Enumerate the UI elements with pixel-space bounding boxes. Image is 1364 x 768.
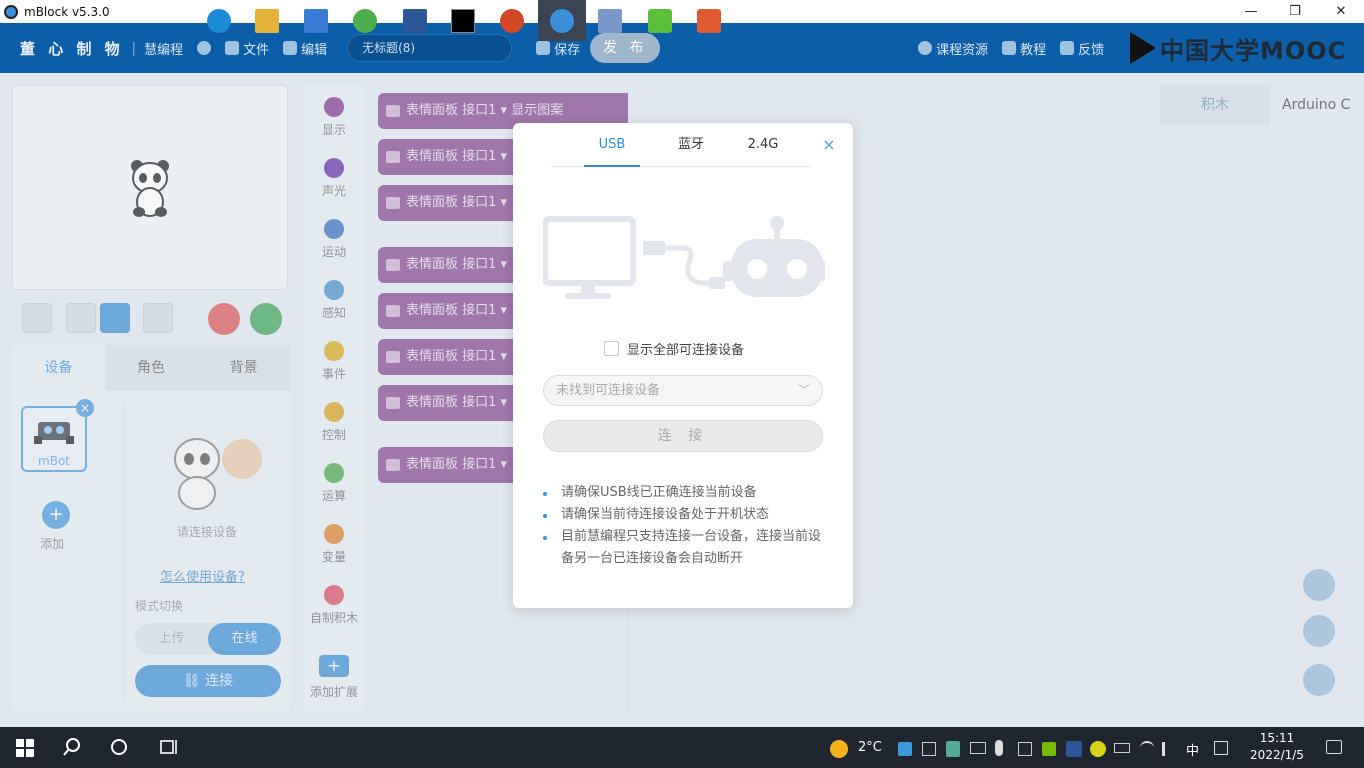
book-icon xyxy=(1002,41,1017,55)
microphone-icon[interactable] xyxy=(995,740,1003,756)
connect-device-dialog: USB 蓝牙 2.4G × 显示全部可连接设备 未找到可连接设备 ﹀ 连 接 请… xyxy=(513,123,853,608)
bullet-icon xyxy=(543,492,547,496)
screenshot-icon[interactable] xyxy=(1018,742,1032,756)
file-menu[interactable]: 文件 xyxy=(225,39,269,58)
tray-app-icon[interactable] xyxy=(898,742,912,756)
tab-usb[interactable]: USB xyxy=(584,123,640,167)
dialog-connect-button[interactable]: 连 接 xyxy=(543,420,823,452)
chat-icon xyxy=(1060,41,1075,55)
weather-sun-icon xyxy=(830,740,848,758)
camtasia-green-icon[interactable] xyxy=(648,9,672,33)
volume-icon[interactable] xyxy=(1162,742,1176,756)
tip-item: 目前慧编程只支持连接一台设备，连接当前设备另一台已连接设备会自动断开 xyxy=(543,526,833,570)
search-icon[interactable] xyxy=(62,737,82,757)
cortana-icon[interactable] xyxy=(110,738,128,756)
computer-icon xyxy=(543,216,636,299)
brand-separator: | xyxy=(131,40,137,56)
feedback-label: 反馈 xyxy=(1078,42,1105,58)
word-icon[interactable] xyxy=(403,9,427,33)
security-shield-icon[interactable] xyxy=(946,741,960,757)
powerpoint-icon[interactable] xyxy=(500,9,524,33)
course-resources-button[interactable]: 课程资源 xyxy=(918,39,988,58)
close-window-button[interactable]: ✕ xyxy=(1318,0,1364,23)
task-view-icon[interactable] xyxy=(158,738,178,756)
tip-item: 请确保USB线已正确连接当前设备 xyxy=(543,482,833,504)
microsoft-store-icon[interactable] xyxy=(304,9,328,33)
tip-text: 请确保USB线已正确连接当前设备 xyxy=(561,485,757,500)
tray-chat-icon[interactable] xyxy=(922,742,936,756)
watermark-text: 中国大学MOOC xyxy=(1160,36,1347,65)
tutorial-button[interactable]: 教程 xyxy=(1002,39,1046,58)
wifi-icon[interactable] xyxy=(1140,741,1154,755)
close-dialog-button[interactable]: × xyxy=(819,135,839,155)
show-all-devices-checkbox[interactable] xyxy=(604,341,619,356)
window-title: mBlock v5.3.0 xyxy=(24,4,110,19)
mooc-watermark: 中国大学MOOC xyxy=(1130,30,1360,66)
edit-menu-label: 编辑 xyxy=(301,42,328,58)
tip-text: 目前慧编程只支持连接一台设备，连接当前设备另一台已连接设备会自动断开 xyxy=(561,529,822,566)
language-button[interactable] xyxy=(197,41,212,55)
tutorial-label: 教程 xyxy=(1020,42,1047,58)
project-title-input[interactable]: 无标题(8) xyxy=(347,34,513,62)
play-icon xyxy=(1130,32,1156,64)
system-clock[interactable]: 15:11 2022/1/5 xyxy=(1246,730,1308,764)
publish-button[interactable]: 发 布 xyxy=(590,33,661,63)
bullet-icon xyxy=(543,536,547,540)
tray-plus-icon[interactable] xyxy=(1090,741,1106,757)
device-select[interactable]: 未找到可连接设备 ﹀ xyxy=(543,375,823,406)
notification-center-icon[interactable] xyxy=(1326,740,1342,754)
robot-icon xyxy=(723,216,825,297)
clock-date: 2022/1/5 xyxy=(1250,748,1304,762)
show-all-devices-row[interactable]: 显示全部可连接设备 xyxy=(604,339,744,358)
product-name: 慧编程 xyxy=(144,42,184,58)
tab-2-4g[interactable]: 2.4G xyxy=(733,123,793,167)
nvidia-icon[interactable] xyxy=(1042,742,1056,756)
globe-icon xyxy=(197,41,212,55)
save-icon xyxy=(536,41,551,55)
word-tray-icon[interactable] xyxy=(1066,741,1082,757)
chevron-down-icon: ﹀ xyxy=(797,383,810,397)
connection-tips: 请确保USB线已正确连接当前设备 请确保当前待连接设备处于开机状态 目前慧编程只… xyxy=(543,482,833,570)
edge-browser-icon[interactable] xyxy=(207,9,231,33)
device-select-placeholder: 未找到可连接设备 xyxy=(556,383,661,398)
mblock-logo-icon xyxy=(4,4,18,19)
keyboard-layout-icon[interactable] xyxy=(1214,741,1228,755)
browser-icon[interactable] xyxy=(353,9,377,33)
printer-app-icon[interactable] xyxy=(598,9,622,33)
battery-icon[interactable] xyxy=(1114,743,1130,753)
file-menu-label: 文件 xyxy=(243,42,270,58)
tip-text: 请确保当前待连接设备处于开机状态 xyxy=(561,507,770,522)
folder-icon xyxy=(225,41,240,55)
clock-time: 15:11 xyxy=(1259,731,1295,745)
mblock-taskbar-icon[interactable] xyxy=(550,9,574,33)
restore-button[interactable]: ❐ xyxy=(1272,0,1318,23)
title-bar: mBlock v5.3.0 — ❐ ✕ xyxy=(0,0,1364,23)
file-explorer-icon[interactable] xyxy=(255,9,279,33)
feedback-button[interactable]: 反馈 xyxy=(1060,39,1104,58)
usb-connection-illustration xyxy=(543,216,825,299)
brand-name: 董 心 制 物 xyxy=(20,39,124,58)
weather-temperature[interactable]: 2°C xyxy=(858,740,882,755)
minimize-button[interactable]: — xyxy=(1228,0,1274,23)
bullet-icon xyxy=(543,514,547,518)
terminal-icon[interactable] xyxy=(451,9,475,33)
connection-tabs: USB 蓝牙 2.4G xyxy=(551,123,811,167)
show-all-devices-label: 显示全部可连接设备 xyxy=(627,343,745,358)
display-icon[interactable] xyxy=(970,742,986,754)
camtasia-orange-icon[interactable] xyxy=(697,9,721,33)
windows-start-icon[interactable] xyxy=(16,739,34,757)
tip-item: 请确保当前待连接设备处于开机状态 xyxy=(543,504,833,526)
usb-cable-icon xyxy=(643,241,725,289)
edit-menu[interactable]: 编辑 xyxy=(283,39,327,58)
tab-bluetooth[interactable]: 蓝牙 xyxy=(661,123,721,167)
course-resources-label: 课程资源 xyxy=(936,42,989,58)
input-method-indicator[interactable]: 中 xyxy=(1186,740,1199,759)
wrench-icon xyxy=(283,41,298,55)
windows-taskbar xyxy=(0,727,1364,768)
save-label: 保存 xyxy=(554,42,581,58)
eye-icon xyxy=(918,41,933,55)
save-button[interactable]: 保存 xyxy=(536,39,580,58)
